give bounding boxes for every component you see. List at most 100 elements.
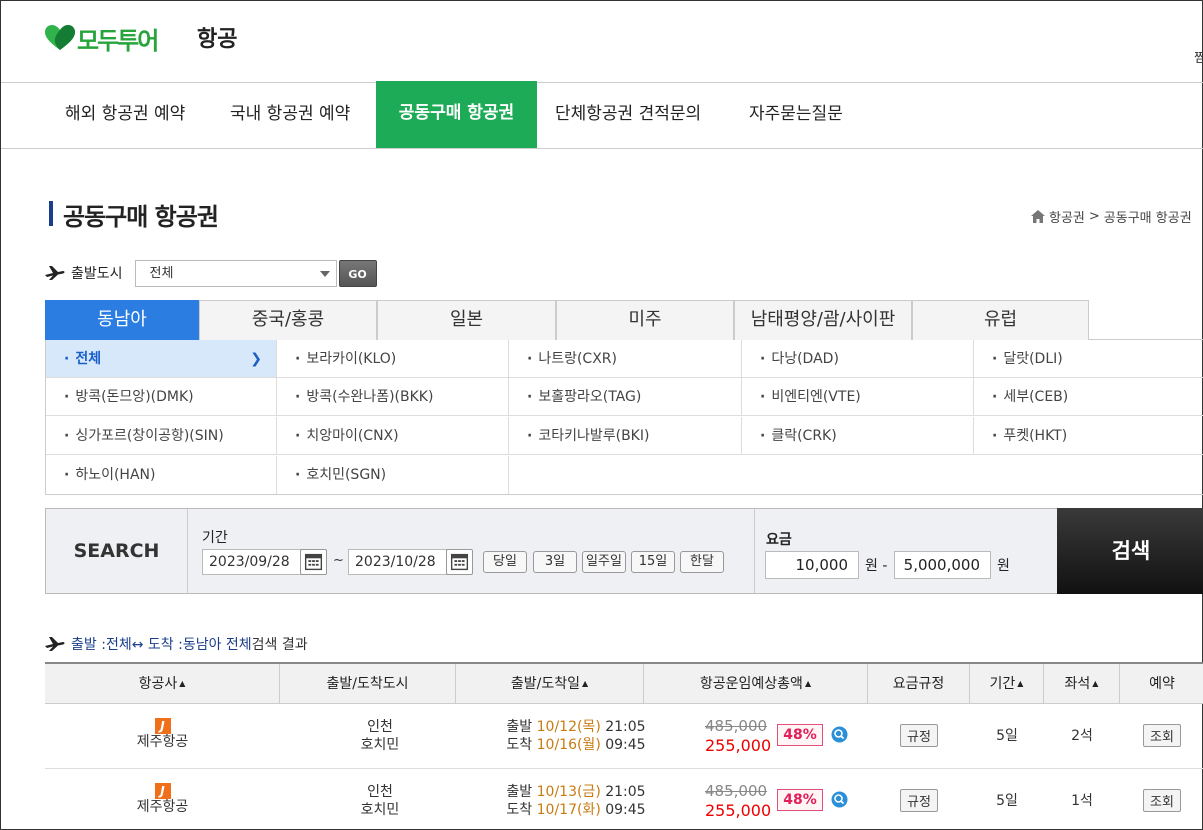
rules-button[interactable]: 규정 xyxy=(900,789,938,812)
site-header: 모두투어 항공 찜 xyxy=(1,1,1203,83)
main-nav: 해외 항공권 예약 국내 항공권 예약 공동구매 항공권 단체항공권 견적문의 … xyxy=(1,81,1203,149)
column-duration[interactable]: 기간 ▲ xyxy=(970,664,1044,704)
summary-suffix: 검색 결과 xyxy=(251,637,308,653)
magnifier-icon[interactable] xyxy=(831,726,848,743)
result-summary: 출발 : 전체 ↔ 도착 : 동남아 전체 검색 결과 xyxy=(45,634,308,654)
search-button[interactable]: 검색 xyxy=(1057,508,1203,594)
divider xyxy=(754,509,755,593)
nav-faq[interactable]: 자주묻는질문 xyxy=(731,83,861,149)
chevron-right-icon: ❯ xyxy=(250,351,262,367)
seats-cell: 1석 xyxy=(1071,793,1093,809)
city-item[interactable]: 방콕(돈므앙)(DMK) xyxy=(46,378,277,416)
quick-range-month[interactable]: 한달 xyxy=(680,551,724,573)
results-table: 항공사 ▲ 출발/도착도시 출발/도착일 ▲ 항공운임예상총액 ▲ 요금규정 기간 ▲ … xyxy=(45,662,1203,830)
city-item[interactable]: 호치민(SGN) xyxy=(277,456,509,494)
airline-name: 제주항공 xyxy=(136,734,189,750)
plane-icon xyxy=(45,266,65,280)
sort-up-icon: ▲ xyxy=(804,679,812,688)
magnifier-icon[interactable] xyxy=(831,791,848,808)
sort-up-icon: ▲ xyxy=(179,679,186,688)
table-row: J 제주항공 인천 호치민 출발 10/12(목) 21:05 도착 10/16… xyxy=(45,704,1203,769)
quick-range-3days[interactable]: 3일 xyxy=(533,551,577,573)
sort-up-icon: ▲ xyxy=(1092,679,1099,688)
duration-cell: 5일 xyxy=(996,728,1018,744)
quick-range-15days[interactable]: 15일 xyxy=(631,551,675,573)
inquiry-button[interactable]: 조회 xyxy=(1143,789,1181,812)
city-item[interactable]: 클락(CRK) xyxy=(742,417,974,455)
city-item[interactable]: 방콕(수완나폼)(BKK) xyxy=(277,378,509,416)
quick-range-today[interactable]: 당일 xyxy=(483,551,527,573)
nav-domestic-flights[interactable]: 국내 항공권 예약 xyxy=(212,83,368,149)
summary-prefix: 출발 : xyxy=(71,637,106,653)
dates-cell: 출발 10/12(목) 21:05 도착 10/16(월) 09:45 xyxy=(506,719,646,753)
city-item[interactable]: 싱가포르(창이공항)(SIN) xyxy=(46,417,277,455)
home-icon[interactable] xyxy=(1031,210,1045,223)
city-item-all[interactable]: 전체❯ xyxy=(46,340,277,378)
nav-group-quote[interactable]: 단체항공권 견적문의 xyxy=(537,83,719,149)
city-item[interactable]: 다낭(DAD) xyxy=(742,340,974,378)
reserve-cell: 조회 xyxy=(1120,704,1203,768)
price-cell: 485,000 255,000 xyxy=(705,769,775,830)
date-separator: ~ xyxy=(333,553,344,568)
column-seats[interactable]: 좌석 ▲ xyxy=(1044,664,1120,704)
header-edge-text[interactable]: 찜 xyxy=(1194,47,1203,66)
breadcrumb-current[interactable]: 공동구매 항공권 xyxy=(1104,207,1192,226)
page-title: 공동구매 항공권 xyxy=(63,203,219,231)
fare-min-input[interactable]: 10,000 xyxy=(765,551,859,579)
tab-china-hongkong[interactable]: 중국/홍콩 xyxy=(199,300,377,340)
rules-button[interactable]: 규정 xyxy=(900,724,938,747)
nav-group-purchase[interactable]: 공동구매 항공권 xyxy=(376,81,537,148)
city-item[interactable]: 치앙마이(CNX) xyxy=(277,417,509,455)
city-item[interactable]: 세부(CEB) xyxy=(974,378,1203,416)
city-list: 전체❯ 보라카이(KLO) 나트랑(CXR) 다낭(DAD) 달랏(DLI) 방… xyxy=(45,340,1203,495)
brand-name: 모두투어 xyxy=(77,26,159,55)
summary-departure: 전체 xyxy=(105,637,132,653)
city-item[interactable]: 보라카이(KLO) xyxy=(277,340,509,378)
city-item[interactable]: 푸켓(HKT) xyxy=(974,417,1203,455)
departure-city-select[interactable]: 전체 xyxy=(134,259,337,287)
search-label: SEARCH xyxy=(46,509,188,593)
date-to-input[interactable]: 2023/10/28 xyxy=(348,549,448,575)
inquiry-button[interactable]: 조회 xyxy=(1143,724,1181,747)
discount-badge: 48% xyxy=(777,724,823,746)
airline-cell: J 제주항공 xyxy=(45,704,280,768)
tab-southeast-asia[interactable]: 동남아 xyxy=(45,300,199,340)
summary-arrival: 동남아 전체 xyxy=(182,637,252,653)
chevron-down-icon xyxy=(319,270,330,277)
column-fare[interactable]: 항공운임예상총액 ▲ xyxy=(644,664,868,704)
fare-label: 요금 xyxy=(766,532,792,548)
period-label: 기간 xyxy=(202,530,228,546)
summary-arrow: ↔ 도착 : xyxy=(131,637,183,653)
city-item[interactable]: 코타키나발루(BKI) xyxy=(509,417,742,455)
sort-up-icon: ▲ xyxy=(1017,679,1024,688)
city-item[interactable]: 보홀팡라오(TAG) xyxy=(509,378,742,416)
city-item[interactable]: 나트랑(CXR) xyxy=(509,340,742,378)
airline-name: 제주항공 xyxy=(136,799,189,815)
tab-japan[interactable]: 일본 xyxy=(377,300,556,340)
tab-europe[interactable]: 유럽 xyxy=(912,300,1089,340)
calendar-icon[interactable] xyxy=(446,549,473,575)
price-cell: 485,000 255,000 xyxy=(705,704,775,768)
airline-cell: J 제주항공 xyxy=(45,769,280,830)
column-rules: 요금규정 xyxy=(868,664,970,704)
column-airline[interactable]: 항공사 ▲ xyxy=(45,664,280,704)
nav-overseas-flights[interactable]: 해외 항공권 예약 xyxy=(47,83,203,149)
departure-label: 출발도시 xyxy=(71,266,123,282)
region-tabs: 동남아 중국/홍콩 일본 미주 남태평양/괌/사이판 유럽 xyxy=(45,300,1203,340)
calendar-icon[interactable] xyxy=(300,549,327,575)
fare-max-input[interactable]: 5,000,000 xyxy=(894,551,991,579)
city-item[interactable]: 달랏(DLI) xyxy=(974,340,1203,378)
city-item[interactable]: 하노이(HAN) xyxy=(46,456,277,494)
quick-range-week[interactable]: 일주일 xyxy=(582,551,626,573)
sale-price: 255,000 xyxy=(705,736,772,755)
search-panel: SEARCH 기간 2023/09/28 ~ 2023/10/28 당일 3일 … xyxy=(45,508,1203,594)
column-dates[interactable]: 출발/도착일 ▲ xyxy=(456,664,644,704)
tab-south-pacific[interactable]: 남태평양/괌/사이판 xyxy=(734,300,912,340)
tab-americas[interactable]: 미주 xyxy=(556,300,734,340)
brand-logo[interactable]: 모두투어 xyxy=(45,23,159,55)
breadcrumb-flights[interactable]: 항공권 xyxy=(1049,207,1085,226)
airline-logo-icon: J xyxy=(154,718,171,734)
go-button[interactable]: GO xyxy=(338,259,377,287)
city-item[interactable]: 비엔티엔(VTE) xyxy=(742,378,974,416)
date-from-input[interactable]: 2023/09/28 xyxy=(202,549,302,575)
